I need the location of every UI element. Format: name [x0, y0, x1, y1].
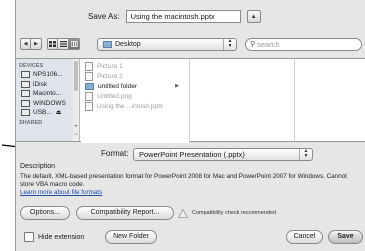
grid-icon	[49, 41, 56, 47]
empty-column	[190, 59, 295, 141]
sidebar-item-macintosh[interactable]: Macinto...	[16, 89, 73, 99]
forward-button[interactable]: ▶	[31, 38, 42, 50]
description-panel: Description The default, XML-based prese…	[20, 163, 360, 196]
hide-extension-label: Hide extension	[38, 233, 85, 241]
new-folder-button[interactable]: New Folder	[105, 230, 157, 244]
list-icon	[59, 41, 67, 47]
chevron-updown-icon: ▲ ▼	[223, 39, 236, 50]
location-label: Desktop	[115, 41, 141, 48]
sidebar-scrollbar[interactable]: + −	[73, 59, 80, 141]
file-item[interactable]: Picture 1	[81, 61, 189, 71]
description-heading: Description	[20, 163, 56, 170]
sidebar-item-usb[interactable]: USB... ⏏	[16, 108, 73, 118]
sidebar-item-nps[interactable]: NPS106...	[16, 70, 73, 80]
file-item[interactable]: Picture 2	[81, 71, 189, 81]
warning-icon	[178, 208, 188, 218]
sidebar-item-idisk[interactable]: iDisk	[16, 80, 73, 90]
hard-drive-icon	[21, 90, 30, 98]
file-icon	[85, 101, 93, 111]
sidebar-heading-shared: SHARED	[19, 119, 43, 126]
folder-item[interactable]: untitled folder ▶	[81, 81, 189, 91]
file-icon	[85, 61, 93, 71]
file-column: Picture 1 Picture 2 untitled folder ▶ Unt…	[81, 59, 190, 143]
learn-more-link[interactable]: Learn more about file formats	[20, 189, 360, 196]
folder-icon	[103, 40, 112, 48]
format-value: PowerPoint Presentation (.pptx)	[139, 150, 245, 159]
format-label: Format:	[101, 149, 129, 158]
file-browser: DEVICES NPS106... iDisk Macinto... WINDO…	[16, 58, 365, 143]
location-popup[interactable]: Desktop ▲ ▼	[97, 38, 237, 51]
empty-column	[295, 59, 365, 141]
search-placeholder: search	[257, 40, 280, 49]
options-button[interactable]: Options...	[20, 206, 70, 220]
sidebar: DEVICES NPS106... iDisk Macinto... WINDO…	[16, 59, 74, 141]
forward-arrow-icon: ▶	[34, 41, 38, 47]
idisk-icon	[21, 80, 30, 88]
list-view-button[interactable]	[58, 38, 69, 50]
usb-drive-icon	[21, 109, 30, 117]
file-item[interactable]: Using the ...intosh.pptx	[81, 101, 189, 111]
chevron-up-icon: ▲	[250, 13, 257, 20]
columns-icon	[70, 41, 78, 47]
hide-extension-checkbox[interactable]	[24, 232, 34, 242]
back-button[interactable]: ◀	[20, 38, 31, 50]
eject-icon[interactable]: ⏏	[56, 109, 62, 116]
search-field[interactable]: ⚲ search	[245, 38, 362, 51]
expand-dialog-button[interactable]: ▲	[246, 10, 261, 23]
filename-field[interactable]: Using the macintosh.pptx	[125, 10, 241, 23]
save-dialog: Save As: Using the macintosh.pptx ▲ ◀ ▶ …	[15, 0, 365, 251]
sidebar-item-windows[interactable]: WINDOWS	[16, 99, 73, 109]
back-arrow-icon: ◀	[23, 41, 28, 47]
folder-icon	[85, 82, 94, 90]
compatibility-note: Compatibility check recommended	[192, 210, 277, 216]
save-button[interactable]: Save	[328, 230, 363, 244]
compatibility-report-button[interactable]: Compatibility Report...	[76, 206, 174, 220]
chevron-right-icon: ▶	[175, 83, 179, 89]
column-view-button[interactable]	[69, 38, 80, 50]
file-icon	[85, 91, 93, 101]
cancel-button[interactable]: Cancel	[286, 230, 323, 244]
chevron-updown-icon: ▲ ▼	[299, 149, 312, 160]
save-as-label: Save As:	[88, 12, 120, 21]
file-item[interactable]: Untitled.png	[81, 91, 189, 101]
search-icon: ⚲	[250, 41, 256, 48]
sidebar-heading-devices: DEVICES	[19, 63, 44, 69]
hard-drive-icon	[21, 99, 30, 107]
file-icon	[85, 71, 93, 81]
description-text: The default, XML-based presentation form…	[20, 173, 347, 188]
icon-view-button[interactable]	[47, 38, 58, 50]
drive-icon	[21, 71, 30, 79]
format-popup[interactable]: PowerPoint Presentation (.pptx) ▲ ▼	[133, 148, 313, 161]
